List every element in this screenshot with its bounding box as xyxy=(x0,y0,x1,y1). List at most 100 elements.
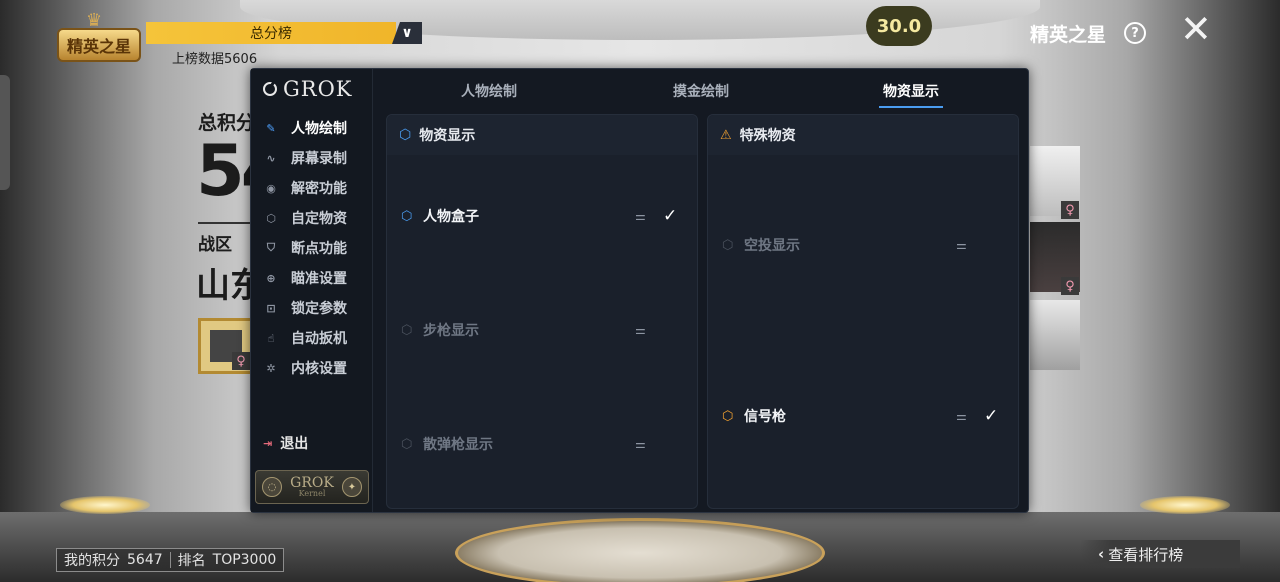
fps-badge: 30.0 xyxy=(866,6,932,46)
cube-icon: ⬡ xyxy=(401,208,413,224)
card-header: ⚠ 特殊物资 xyxy=(708,115,1018,155)
page-title: 精英之星 xyxy=(1030,24,1107,46)
sidebar-item-breakpoint[interactable]: ⛉ 断点功能 xyxy=(259,233,369,263)
cube-icon: ⬡ xyxy=(266,211,276,225)
my-score-box: 我的积分 5647 排名 TOP3000 xyxy=(56,548,285,572)
side-pull-tab[interactable] xyxy=(0,75,10,190)
grok-logo-icon xyxy=(263,82,277,96)
cube-icon: ⬡ xyxy=(401,436,413,452)
option-row-airdrop-display[interactable]: ⬡ 空投显示 ⚌ xyxy=(708,233,1018,257)
rank-emblem-label: 精英之星 xyxy=(57,28,141,62)
sidebar-item-kernel-settings[interactable]: ✲ 内核设置 xyxy=(259,353,369,383)
tab-character-draw[interactable]: 人物绘制 xyxy=(461,81,517,101)
pedestal xyxy=(455,518,825,582)
floor-light xyxy=(60,496,150,514)
rank-emblem: ♛ 精英之星 xyxy=(56,10,142,74)
sidebar-item-character-draw[interactable]: ✎ 人物绘制 xyxy=(259,113,369,143)
option-label: 散弹枪显示 xyxy=(423,437,493,453)
warning-icon: ⚠ xyxy=(720,127,732,143)
cube-icon: ⬡ xyxy=(399,127,412,143)
zone-label: 战区 xyxy=(198,235,232,255)
brand-name: GROK xyxy=(283,77,353,101)
sliders-icon[interactable]: ⚌ xyxy=(635,323,646,337)
total-rank-dropdown[interactable]: 总分榜 xyxy=(146,22,396,44)
sidebar-item-label: 断点功能 xyxy=(291,241,347,257)
sidebar-item-label: 内核设置 xyxy=(291,361,347,377)
special-items-card: ⚠ 特殊物资 ⬡ 空投显示 ⚌ ⬡ 信号枪 ⚌ ✓ xyxy=(707,114,1019,509)
avatar[interactable] xyxy=(1030,300,1080,370)
tab-bar: 人物绘制 摸金绘制 物资显示 xyxy=(373,69,1030,111)
grok-panel: GROK ✎ 人物绘制 ∿ 屏幕录制 ◉ 解密功能 ⬡ 自定物资 ⛉ 断点功能 xyxy=(250,68,1029,513)
crown-icon: ♛ xyxy=(86,10,103,31)
sidebar-item-aim-settings[interactable]: ⊕ 瞄准设置 xyxy=(259,263,369,293)
pulse-icon: ∿ xyxy=(266,151,276,165)
option-label: 人物盒子 xyxy=(423,209,479,225)
sidebar-item-label: 锁定参数 xyxy=(291,301,347,317)
sliders-icon[interactable]: ⚌ xyxy=(635,209,646,223)
sidebar: GROK ✎ 人物绘制 ∿ 屏幕录制 ◉ 解密功能 ⬡ 自定物资 ⛉ 断点功能 xyxy=(251,69,373,512)
hand-icon: ☝ xyxy=(267,331,275,345)
sliders-icon[interactable]: ⚌ xyxy=(635,437,646,451)
sidebar-item-lock-params[interactable]: ⊡ 锁定参数 xyxy=(259,293,369,323)
sidebar-item-label: 屏幕录制 xyxy=(291,151,347,167)
sliders-icon[interactable]: ⚌ xyxy=(956,409,967,423)
help-icon[interactable]: ? xyxy=(1124,22,1146,44)
option-row-character-box[interactable]: ⬡ 人物盒子 ⚌ ✓ xyxy=(387,204,697,228)
cube-icon: ⬡ xyxy=(401,322,413,338)
option-row-flare-gun[interactable]: ⬡ 信号枪 ⚌ ✓ xyxy=(708,404,1018,428)
my-score-label: 我的积分 xyxy=(64,553,120,569)
female-icon: ♀ xyxy=(1061,201,1079,219)
check-icon[interactable]: ✓ xyxy=(984,406,998,426)
option-label: 空投显示 xyxy=(744,238,800,254)
eye-icon: ◉ xyxy=(266,181,276,195)
pencil-icon: ✎ xyxy=(266,121,276,135)
option-row-rifle-display[interactable]: ⬡ 步枪显示 ⚌ xyxy=(387,318,697,342)
logout-label: 退出 xyxy=(280,436,309,452)
rank-value: TOP3000 xyxy=(212,552,277,568)
tab-item-display[interactable]: 物资显示 xyxy=(879,81,943,108)
kernel-badge-subtitle: Kernel xyxy=(298,489,326,498)
floor-light xyxy=(1140,496,1230,514)
rank-label: 排名 xyxy=(177,553,206,569)
card-title: 物资显示 xyxy=(419,128,476,144)
crosshair-icon: ⊕ xyxy=(266,271,276,285)
upload-data-label: 上榜数据5606 xyxy=(172,52,258,67)
cube-icon: ⬡ xyxy=(722,408,734,424)
card-title: 特殊物资 xyxy=(739,128,796,144)
option-label: 步枪显示 xyxy=(423,323,479,339)
sidebar-item-label: 瞄准设置 xyxy=(291,271,347,287)
sidebar-item-label: 自动扳机 xyxy=(291,331,347,347)
kernel-badge-title: GROK xyxy=(290,475,334,491)
grok-logo-icon: ◌ xyxy=(262,477,282,497)
sidebar-item-label: 解密功能 xyxy=(291,181,347,197)
item-display-card: ⬡ 物资显示 ⬡ 人物盒子 ⚌ ✓ ⬡ 步枪显示 ⚌ ⬡ 散弹枪显示 ⚌ xyxy=(386,114,698,509)
divider xyxy=(198,222,254,224)
view-leaderboard-button[interactable]: ‹ 查看排行榜 xyxy=(1080,540,1240,568)
sidebar-item-custom-items[interactable]: ⬡ 自定物资 xyxy=(259,203,369,233)
sidebar-item-label: 自定物资 xyxy=(291,211,347,227)
option-row-shotgun-display[interactable]: ⬡ 散弹枪显示 ⚌ xyxy=(387,432,697,456)
sidebar-nav: ✎ 人物绘制 ∿ 屏幕录制 ◉ 解密功能 ⬡ 自定物资 ⛉ 断点功能 ⊕ 瞄准设… xyxy=(259,113,369,383)
female-icon: ♀ xyxy=(232,352,250,370)
sliders-icon[interactable]: ⚌ xyxy=(956,238,967,252)
view-leaderboard-label: 查看排行榜 xyxy=(1108,545,1184,564)
tab-loot-draw[interactable]: 摸金绘制 xyxy=(673,81,729,101)
kernel-badge: ◌ GROK Kernel ✦ xyxy=(255,470,369,504)
cube-icon: ⬡ xyxy=(722,237,734,253)
sidebar-item-screen-record[interactable]: ∿ 屏幕录制 xyxy=(259,143,369,173)
option-label: 信号枪 xyxy=(744,409,786,425)
check-icon[interactable]: ✓ xyxy=(663,206,677,226)
shield-icon: ⛉ xyxy=(266,241,276,254)
chevron-left-icon: ‹ xyxy=(1098,545,1105,563)
close-icon[interactable]: ✕ xyxy=(1180,10,1212,48)
my-score-value: 5647 xyxy=(127,552,163,568)
gear-icon: ✲ xyxy=(266,361,276,375)
sidebar-item-decrypt[interactable]: ◉ 解密功能 xyxy=(259,173,369,203)
card-header: ⬡ 物资显示 xyxy=(387,115,697,155)
seal-icon: ✦ xyxy=(341,477,362,497)
sidebar-item-auto-trigger[interactable]: ☝ 自动扳机 xyxy=(259,323,369,353)
logout-button[interactable]: ⇥ 退出 xyxy=(263,433,308,453)
brand: GROK xyxy=(263,77,353,101)
female-icon: ♀ xyxy=(1061,277,1079,295)
sidebar-item-label: 人物绘制 xyxy=(291,121,347,137)
